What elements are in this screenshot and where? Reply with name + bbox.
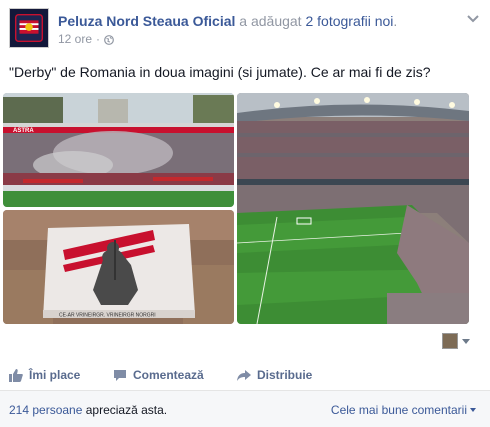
like-label: Îmi place [29, 368, 81, 382]
photo-stadium-smoke[interactable]: ASTRA [3, 93, 234, 207]
post-action-suffix: . [393, 13, 398, 29]
comment-button[interactable]: Comentează [113, 368, 204, 382]
page-name-link[interactable]: Peluza Nord Steaua Oficial [58, 13, 235, 29]
post-header: Peluza Nord Steaua Oficial a adăugat 2 f… [9, 8, 479, 50]
page-avatar[interactable] [9, 8, 49, 48]
post-message: "Derby" de Romania in doua imagini (si j… [9, 64, 431, 80]
comment-sort-dropdown[interactable]: Cele mai bune comentarii [331, 403, 476, 417]
share-arrow-icon [237, 369, 251, 381]
flag-motto-text: CE-AR VRINEIRGR. VRINEIRGR NORGRI [59, 313, 156, 319]
meta-separator: · [96, 32, 101, 46]
likes-summary-bar: 214 persoane apreciază asta. Cele mai bu… [0, 390, 490, 427]
likes-suffix: apreciază asta. [85, 403, 168, 417]
globe-icon[interactable] [104, 34, 114, 45]
comment-icon [114, 369, 126, 381]
post-author-line: Peluza Nord Steaua Oficial a adăugat 2 f… [58, 13, 397, 29]
tagged-photo-thumbnail[interactable] [442, 333, 458, 349]
likes-summary: 214 persoane apreciază asta. [9, 403, 167, 417]
chevron-down-icon[interactable] [467, 15, 479, 23]
comment-sort-label: Cele mai bune comentarii [330, 403, 467, 417]
share-button[interactable]: Distribuie [237, 368, 312, 382]
post-meta: 12 ore · [58, 32, 114, 46]
photo-arena[interactable] [237, 93, 469, 324]
caret-down-icon [470, 408, 476, 412]
likes-count-link[interactable]: 214 persoane [9, 403, 82, 417]
share-label: Distribuie [257, 368, 313, 382]
photos-link[interactable]: 2 fotografii noi [305, 13, 393, 29]
post-action-text: a adăugat [239, 13, 302, 29]
comment-label: Comentează [133, 368, 204, 382]
post-timestamp[interactable]: 12 ore [58, 32, 92, 46]
like-button[interactable]: Îmi place [9, 368, 80, 382]
caret-down-icon[interactable] [462, 339, 470, 344]
photo-choreography-flag[interactable]: CE-AR VRINEIRGR. VRINEIRGR NORGRI [3, 210, 234, 324]
thumbs-up-icon [9, 368, 23, 382]
post-card: Peluza Nord Steaua Oficial a adăugat 2 f… [0, 0, 490, 427]
post-actions: Îmi place Comentează Distribuie [0, 360, 490, 390]
